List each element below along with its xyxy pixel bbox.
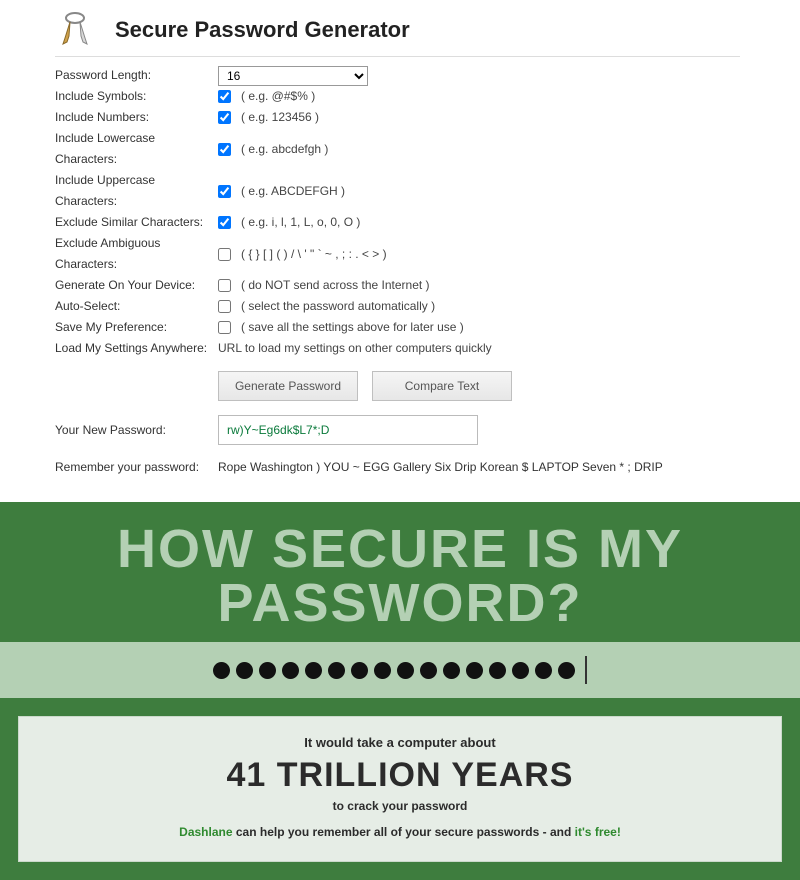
password-dot [305,662,322,679]
autoselect-example: ( select the password automatically ) [241,296,435,317]
lower-label: Include Lowercase Characters: [55,128,218,170]
savepref-checkbox[interactable] [218,321,231,334]
remember-label: Remember your password: [55,457,218,478]
ambiguous-example: ( { } [ ] ( ) / \ ' " ` ~ , ; : . < > ) [241,244,387,265]
password-dot [489,662,506,679]
text-cursor-icon [585,656,587,684]
password-dot [397,662,414,679]
password-dots [0,642,800,698]
password-dot [443,662,460,679]
upper-checkbox[interactable] [218,185,231,198]
similar-checkbox[interactable] [218,216,231,229]
crack-time-box: It would take a computer about 41 TRILLI… [18,716,782,862]
banner-headline: HOW SECURE IS MY PASSWORD? [0,522,800,642]
symbols-label: Include Symbols: [55,86,218,107]
ambiguous-checkbox[interactable] [218,248,231,261]
lower-example: ( e.g. abcdefgh ) [241,139,328,160]
device-checkbox[interactable] [218,279,231,292]
device-example: ( do NOT send across the Internet ) [241,275,430,296]
loadany-label: Load My Settings Anywhere: [55,338,218,359]
savepref-example: ( save all the settings above for later … [241,317,464,338]
autoselect-label: Auto-Select: [55,296,218,317]
similar-label: Exclude Similar Characters: [55,212,218,233]
dashlane-link[interactable]: Dashlane [179,825,232,839]
password-dot [328,662,345,679]
upper-example: ( e.g. ABCDEFGH ) [241,181,345,202]
autoselect-checkbox[interactable] [218,300,231,313]
password-dot [213,662,230,679]
dashlane-line: Dashlane can help you remember all of yo… [29,825,771,839]
symbols-checkbox[interactable] [218,90,231,103]
symbols-example: ( e.g. @#$% ) [241,86,315,107]
password-dot [535,662,552,679]
similar-example: ( e.g. i, l, 1, L, o, 0, O ) [241,212,360,233]
password-dot [466,662,483,679]
loadany-text: URL to load my settings on other compute… [218,338,492,359]
password-dot [420,662,437,679]
keys-icon [55,10,95,50]
generate-button[interactable]: Generate Password [218,371,358,401]
header: Secure Password Generator [55,10,740,56]
compare-button[interactable]: Compare Text [372,371,512,401]
password-dot [282,662,299,679]
password-dot [374,662,391,679]
security-banner: HOW SECURE IS MY PASSWORD? It would take… [0,502,800,880]
remember-text: Rope Washington ) YOU ~ EGG Gallery Six … [218,457,663,478]
new-password-field[interactable] [218,415,478,445]
page-title: Secure Password Generator [115,17,410,43]
crack-time: 41 TRILLION YEARS [29,756,771,795]
ambiguous-label: Exclude Ambiguous Characters: [55,233,218,275]
password-dot [351,662,368,679]
crack-line-3: to crack your password [29,799,771,813]
password-dot [259,662,276,679]
numbers-checkbox[interactable] [218,111,231,124]
free-link[interactable]: it's free! [575,825,621,839]
savepref-label: Save My Preference: [55,317,218,338]
divider [55,56,740,57]
password-dot [236,662,253,679]
password-dot [512,662,529,679]
upper-label: Include Uppercase Characters: [55,170,218,212]
length-select[interactable]: 16 [218,66,368,86]
password-dot [558,662,575,679]
device-label: Generate On Your Device: [55,275,218,296]
lower-checkbox[interactable] [218,143,231,156]
new-password-label: Your New Password: [55,420,218,441]
crack-line-1: It would take a computer about [29,735,771,750]
numbers-label: Include Numbers: [55,107,218,128]
numbers-example: ( e.g. 123456 ) [241,107,319,128]
dashlane-mid: can help you remember all of your secure… [233,825,575,839]
length-label: Password Length: [55,65,218,86]
